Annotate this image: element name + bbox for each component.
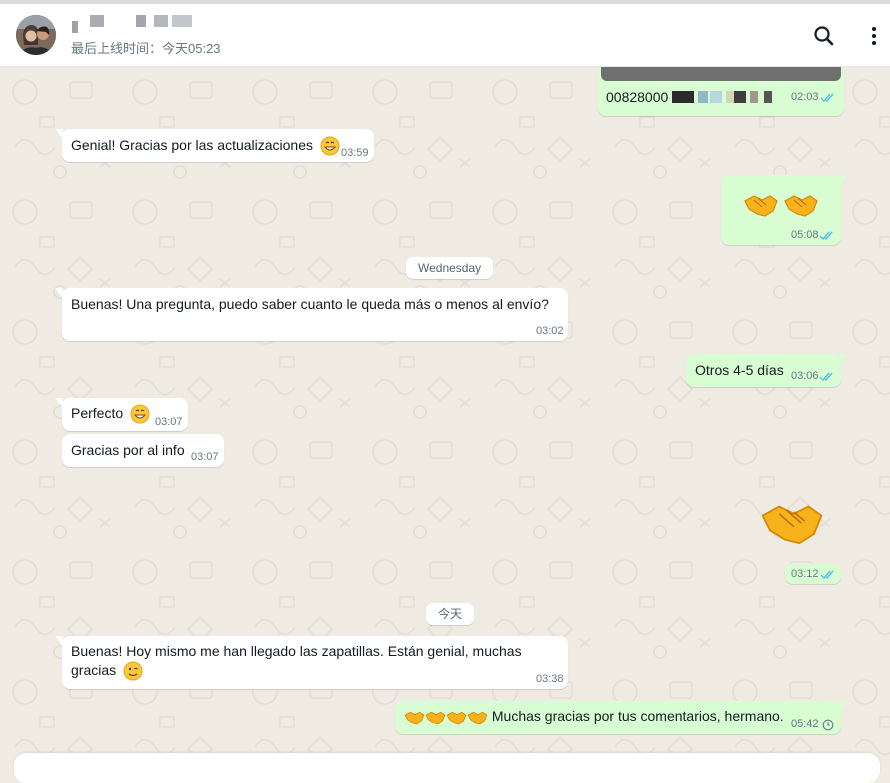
message-outgoing-m10[interactable]: Muchas gracias por tus comentarios, herm…	[395, 701, 848, 734]
message-outgoing-m8[interactable]: 03:12	[755, 497, 841, 587]
message-content: Perfecto	[71, 404, 150, 424]
read-receipt-icon	[820, 570, 834, 580]
message-text: 00828000	[606, 89, 669, 105]
search-button[interactable]	[810, 22, 838, 50]
message-text-line1: Buenas! Hoy mismo me han llegado las zap…	[71, 643, 522, 659]
winking-face-emoji	[123, 661, 143, 681]
message-incoming-m7[interactable]: Gracias por al info 03:07	[62, 434, 224, 467]
kebab-menu-icon	[872, 27, 876, 45]
message-time: 02:03	[791, 91, 819, 103]
read-receipt-icon	[819, 231, 833, 241]
image-thumbnail[interactable]	[601, 67, 841, 81]
message-content: gracias	[71, 661, 143, 681]
message-composer[interactable]	[14, 753, 880, 783]
date-separator: Wednesday	[406, 257, 494, 279]
pending-clock-icon	[822, 719, 834, 731]
message-incoming-m9[interactable]: Buenas! Hoy mismo me han llegado las zap…	[55, 636, 568, 689]
handshake-emoji-group	[743, 191, 819, 219]
message-text: Gracias por al info	[71, 442, 185, 458]
message-incoming-m6[interactable]: Perfecto 03:07	[55, 398, 188, 431]
message-time: 05:42	[791, 718, 819, 730]
message-time: 03:02	[536, 325, 564, 337]
grinning-face-emoji	[320, 136, 340, 156]
message-incoming-m2[interactable]: Genial! Gracias por las actualizaciones …	[55, 129, 374, 162]
message-time: 03:38	[536, 673, 564, 685]
handshake-emoji	[744, 195, 778, 217]
contact-avatar[interactable]	[16, 15, 56, 55]
message-list[interactable]: 00828000 02:03 Genial! Gracias por las a…	[0, 67, 890, 772]
message-time: 03:07	[191, 451, 219, 463]
message-time: 05:08	[791, 229, 819, 241]
message-text: Perfecto	[71, 405, 124, 421]
handshake-emoji-group	[404, 708, 492, 725]
message-text-line2: gracias	[71, 662, 117, 678]
message-text: Muchas gracias por tus comentarios, herm…	[491, 708, 784, 724]
contact-name-redacted[interactable]	[72, 15, 202, 33]
message-outgoing-m1[interactable]: 00828000 02:03	[598, 67, 844, 116]
handshake-emoji	[446, 711, 467, 725]
menu-button[interactable]	[860, 22, 888, 50]
message-incoming-m4[interactable]: Buenas! Una pregunta, puedo saber cuanto…	[55, 288, 568, 341]
message-outgoing-m3[interactable]: 05:08	[721, 175, 848, 245]
message-outgoing-m5[interactable]: Otros 4-5 días 03:06	[686, 354, 848, 387]
read-receipt-icon	[820, 93, 834, 103]
search-icon	[814, 26, 834, 46]
handshake-emoji	[425, 711, 446, 725]
message-time: 03:59	[341, 147, 369, 159]
handshake-emoji	[761, 505, 823, 545]
message-content: Muchas gracias por tus comentarios, herm…	[404, 707, 784, 726]
handshake-emoji	[404, 711, 425, 725]
message-time: 03:07	[155, 416, 183, 428]
date-separator: 今天	[426, 603, 475, 625]
handshake-emoji	[784, 195, 818, 217]
read-receipt-icon	[819, 372, 833, 382]
message-time: 03:06	[791, 370, 819, 382]
message-content: Genial! Gracias por las actualizaciones	[71, 136, 340, 156]
message-time: 03:12	[791, 568, 819, 580]
redacted-text	[672, 91, 776, 105]
chat-header: 最后上线时间：今天05:23	[0, 4, 890, 67]
message-text: Genial! Gracias por las actualizaciones	[71, 137, 314, 153]
last-seen-status: 最后上线时间：今天05:23	[71, 41, 221, 56]
handshake-emoji	[467, 711, 488, 725]
grinning-face-emoji	[130, 404, 150, 424]
message-text: Otros 4-5 días	[695, 362, 784, 378]
message-text: Buenas! Una pregunta, puedo saber cuanto…	[71, 296, 549, 312]
message-meta: 03:12	[785, 564, 841, 584]
